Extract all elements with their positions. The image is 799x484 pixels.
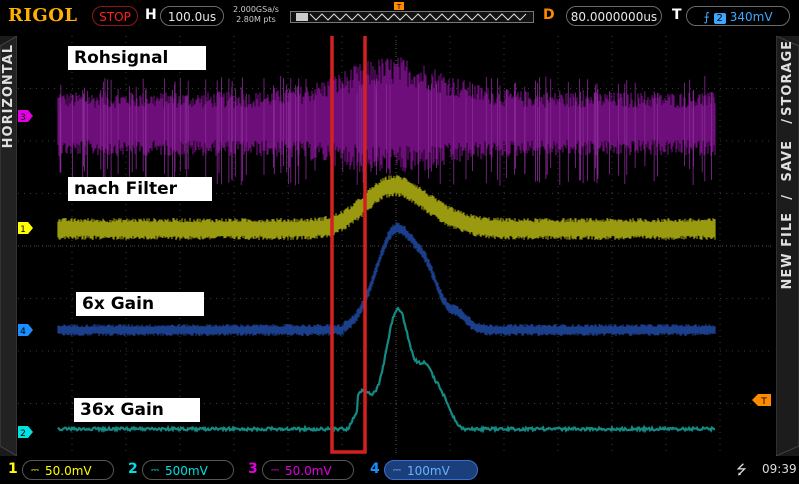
ch4-number: 4 — [370, 461, 380, 477]
sample-rate: 2.000GSa/s — [233, 5, 279, 14]
horizontal-tab-label: HORIZONTAL — [1, 44, 16, 149]
horizontal-side-tab[interactable]: HORIZONTAL — [0, 36, 17, 456]
ch2-scale-value: 500mV — [165, 464, 208, 478]
ch3-scale[interactable]: ⎓ 50.0mV — [262, 460, 354, 480]
svg-text:2: 2 — [20, 429, 26, 439]
top-status-bar: RIGOL STOP H 100.0us 2.000GSa/s 2.80M pt… — [0, 0, 799, 34]
ch4-scale-value: 100mV — [407, 464, 450, 478]
label-rohsignal: Rohsignal — [68, 46, 206, 70]
trigger-setting[interactable]: ⨍ 2 340mV — [686, 6, 790, 26]
tab-separator: / — [780, 118, 795, 124]
acquisition-info: 2.000GSa/s 2.80M pts — [228, 5, 284, 25]
label-36x-gain: 36x Gain — [74, 398, 200, 422]
dc-coupling-icon: ⎓ — [151, 465, 159, 476]
ch3-scale-value: 50.0mV — [285, 464, 332, 478]
save-tab-label: SAVE — [780, 140, 795, 182]
dc-coupling-icon: ⎓ — [393, 465, 401, 476]
ch1-scale[interactable]: ⎓ 50.0mV — [22, 460, 114, 480]
svg-text:T: T — [396, 3, 402, 11]
ch1-offset-marker: 1 — [18, 222, 33, 235]
ch4-offset-marker: 4 — [18, 324, 33, 337]
ch1-scale-value: 50.0mV — [45, 464, 92, 478]
tab-separator: / — [780, 194, 795, 200]
ch2-offset-marker: 2 — [18, 426, 33, 439]
ch4-scale[interactable]: ⎓ 100mV — [384, 460, 478, 480]
trigger-position-marker: T — [394, 2, 404, 11]
run-stop-status[interactable]: STOP — [92, 6, 138, 26]
label-6x-gain: 6x Gain — [76, 292, 204, 316]
ch2-scale[interactable]: ⎓ 500mV — [142, 460, 234, 480]
trigger-source-channel: 2 — [713, 13, 726, 24]
svg-text:T: T — [760, 397, 767, 407]
delay-value[interactable]: 80.0000000us — [566, 6, 662, 26]
horizontal-label: H — [145, 7, 157, 23]
trigger-level-marker: T — [752, 394, 771, 407]
svg-text:3: 3 — [20, 113, 26, 123]
storage-tab-label: STORAGE — [780, 40, 795, 116]
dc-coupling-icon: ⎓ — [31, 465, 39, 476]
timebase-value[interactable]: 100.0us — [160, 6, 224, 26]
waveform-canvas: 3 1 4 2 T — [18, 4, 774, 456]
waveform-traces: 3 1 4 2 T — [18, 4, 771, 454]
trigger-label: T — [672, 7, 682, 23]
usb-icon: ⭍ — [736, 463, 747, 478]
new-file-tab-label: NEW FILE — [780, 212, 795, 290]
trigger-level: 340mV — [729, 10, 773, 24]
memory-overview-bar[interactable] — [290, 11, 534, 23]
memory-depth: 2.80M pts — [236, 15, 276, 24]
svg-text:4: 4 — [20, 327, 26, 337]
storage-side-tab[interactable]: STORAGE / SAVE / NEW FILE — [776, 36, 799, 456]
ch3-number: 3 — [248, 461, 258, 477]
dc-coupling-icon: ⎓ — [271, 465, 279, 476]
brand-logo: RIGOL — [8, 5, 78, 26]
trigger-edge-icon: ⨍ — [703, 10, 710, 24]
delay-label: D — [543, 7, 555, 23]
svg-text:1: 1 — [20, 225, 26, 235]
waveform-display[interactable]: 3 1 4 2 T Rohsignal nach Filter 6x Gain 36x … — [18, 4, 774, 456]
label-nach-filter: nach Filter — [68, 177, 212, 201]
ch3-offset-marker: 3 — [18, 110, 33, 123]
ch1-number: 1 — [8, 461, 18, 477]
ch2-number: 2 — [128, 461, 138, 477]
clock: 09:39 — [762, 462, 797, 476]
channel-status-bar: 1 ⎓ 50.0mV 2 ⎓ 500mV 3 ⎓ 50.0mV 4 ⎓ 100m… — [0, 456, 799, 484]
